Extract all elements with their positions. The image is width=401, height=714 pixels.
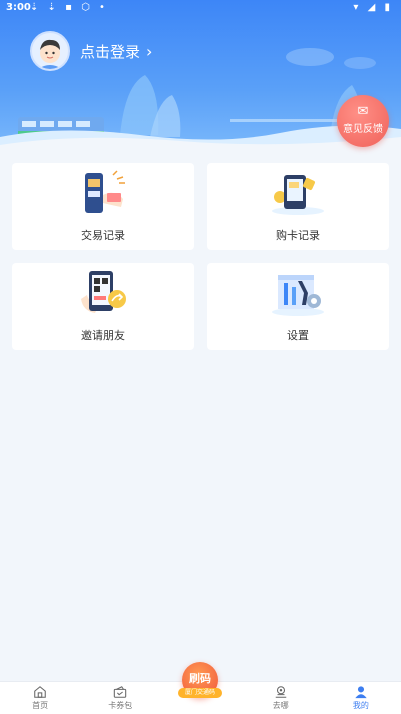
nav-item-mine[interactable]: 我的 bbox=[321, 682, 401, 714]
settings-icon bbox=[272, 275, 324, 316]
invite-friend-icon bbox=[81, 271, 126, 313]
card-purchase-record-icon bbox=[272, 175, 324, 215]
menu-card-settings[interactable]: 设置 bbox=[207, 263, 389, 350]
avatar-icon bbox=[38, 39, 62, 69]
menu-label: 邀请朋友 bbox=[81, 329, 125, 342]
status-bar: 3:00 ⇣ ⇣ ▪ ⬡ • ▾ ◢ ▮ bbox=[0, 0, 401, 16]
menu-card-card-purchase-record[interactable]: 购卡记录 bbox=[207, 163, 389, 250]
home-icon bbox=[34, 686, 46, 698]
scan-pay-button[interactable]: 刷码 厦门交通码 bbox=[178, 662, 222, 698]
pay-sub-label: 厦门交通码 bbox=[178, 688, 222, 698]
avatar[interactable] bbox=[30, 31, 70, 71]
chevron-right-icon: › bbox=[146, 41, 153, 61]
nav-label: 我的 bbox=[352, 701, 369, 710]
feedback-button[interactable]: ✉ 意见反馈 bbox=[337, 95, 389, 147]
nav-item-card-wallet[interactable]: 卡券包 bbox=[80, 682, 160, 714]
menu-label: 设置 bbox=[287, 329, 309, 342]
mail-icon: ✉ bbox=[357, 104, 369, 119]
login-entry[interactable]: 点击登录 › bbox=[30, 31, 152, 71]
nav-item-home[interactable]: 首页 bbox=[0, 682, 80, 714]
status-time: 3:00 bbox=[6, 2, 31, 13]
user-icon bbox=[355, 686, 367, 699]
login-label: 点击登录 bbox=[80, 42, 141, 61]
pay-label: 刷码 bbox=[189, 672, 211, 685]
notification-icons: ⇣ ⇣ ▪ ⬡ • bbox=[30, 2, 108, 13]
system-status-icons: ▾ ◢ ▮ bbox=[353, 2, 393, 13]
nav-label: 去哪 bbox=[272, 701, 289, 710]
card-wallet-icon bbox=[114, 686, 127, 698]
menu-card-transaction-record[interactable]: 交易记录 bbox=[12, 163, 194, 250]
nav-item-location[interactable]: 去哪 bbox=[241, 682, 321, 714]
login-link[interactable]: 点击登录 › bbox=[80, 41, 152, 62]
feedback-label: 意见反馈 bbox=[343, 124, 383, 135]
location-icon bbox=[275, 686, 286, 698]
menu-grid: 交易记录 购卡记录 邀请朋友 设置 bbox=[12, 163, 389, 350]
nav-label: 卡券包 bbox=[108, 701, 133, 710]
menu-label: 购卡记录 bbox=[276, 229, 320, 242]
menu-card-invite-friend[interactable]: 邀请朋友 bbox=[12, 263, 194, 350]
transaction-record-icon bbox=[85, 170, 125, 213]
menu-label: 交易记录 bbox=[81, 229, 125, 242]
nav-label: 首页 bbox=[32, 701, 49, 710]
